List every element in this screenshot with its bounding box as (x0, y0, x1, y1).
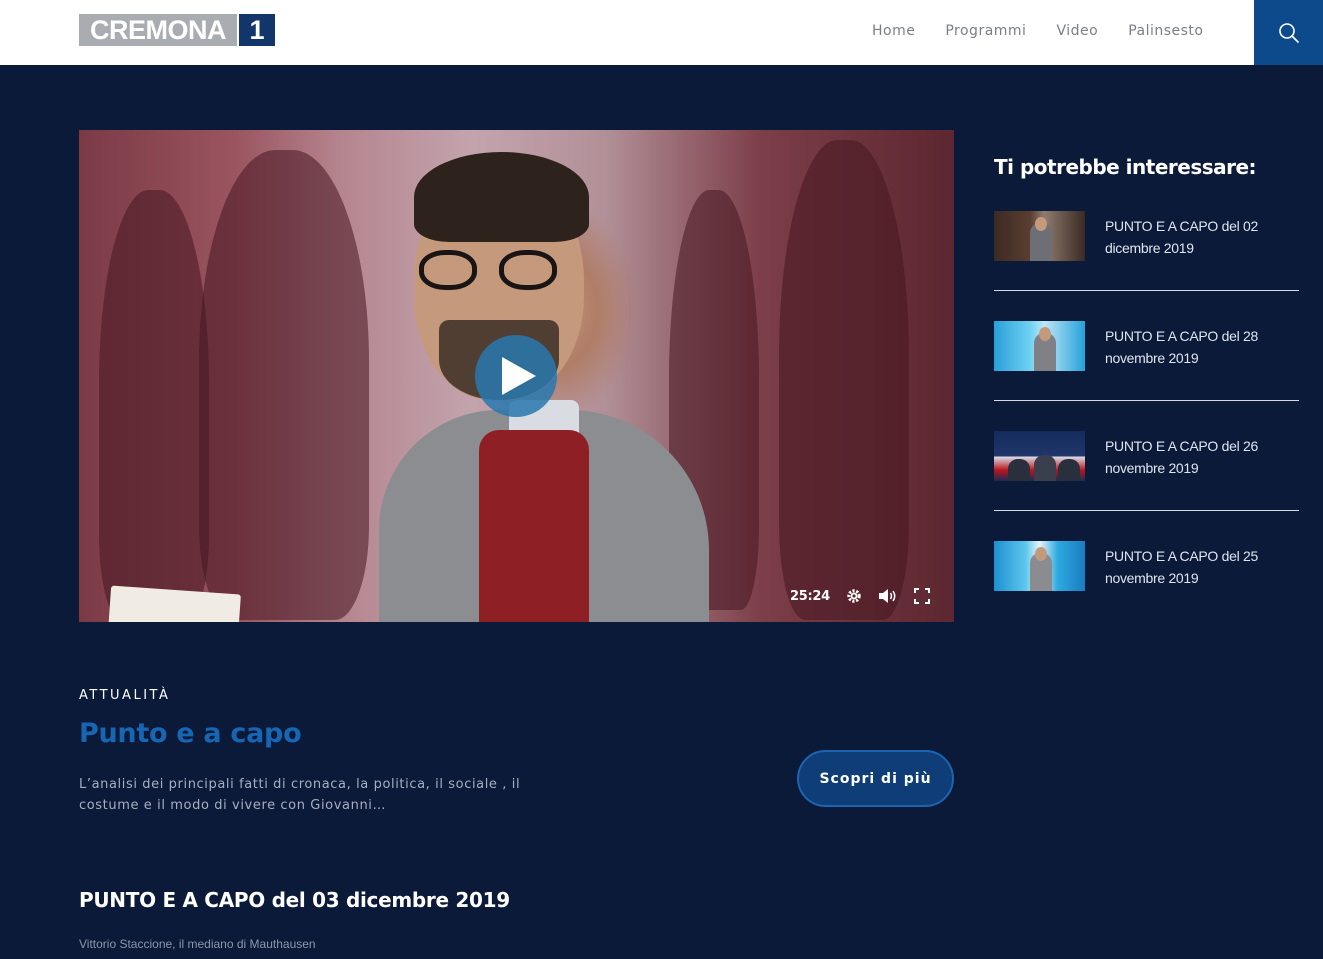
program-category[interactable]: ATTUALITÀ (79, 688, 170, 703)
video-thumbnail (994, 431, 1085, 481)
search-icon (1278, 22, 1299, 43)
player-controls: 25:24 (790, 586, 932, 606)
video-player[interactable]: 25:24 (79, 130, 954, 622)
volume-button[interactable] (878, 586, 898, 606)
site-header: CREMONA 1 Home Programmi Video Palinsest… (0, 0, 1323, 65)
related-video-title: PUNTO E A CAPO del 25 novembre 2019 (1105, 548, 1258, 586)
related-video-item[interactable]: PUNTO E A CAPO del 02 dicembre 2019 (994, 211, 1299, 321)
episode-subtitle: Vittorio Staccione, il mediano di Mautha… (79, 937, 316, 951)
related-video-item[interactable]: PUNTO E A CAPO del 28 novembre 2019 (994, 321, 1299, 431)
divider (994, 400, 1299, 401)
related-video-title: PUNTO E A CAPO del 28 novembre 2019 (1105, 328, 1258, 366)
related-video-title: PUNTO E A CAPO del 26 novembre 2019 (1105, 438, 1258, 476)
episode-title: PUNTO E A CAPO del 03 dicembre 2019 (79, 888, 510, 912)
gear-icon (847, 589, 861, 603)
video-thumbnail (994, 541, 1085, 591)
video-thumbnail (994, 211, 1085, 261)
fullscreen-button[interactable] (912, 586, 932, 606)
fullscreen-icon (913, 588, 930, 604)
program-title[interactable]: Punto e a capo (79, 718, 302, 749)
related-video-item[interactable]: PUNTO E A CAPO del 25 novembre 2019 (994, 541, 1299, 651)
play-icon (502, 357, 536, 395)
nav-video[interactable]: Video (1056, 20, 1098, 42)
related-video-item[interactable]: PUNTO E A CAPO del 26 novembre 2019 (994, 431, 1299, 541)
video-thumbnail (994, 321, 1085, 371)
sidebar-title: Ti potrebbe interessare: (994, 155, 1257, 179)
logo-text: CREMONA (79, 14, 237, 46)
nav-programmi[interactable]: Programmi (945, 20, 1026, 42)
search-button[interactable] (1254, 0, 1323, 65)
video-duration: 25:24 (790, 588, 830, 604)
related-video-title: PUNTO E A CAPO del 02 dicembre 2019 (1105, 218, 1258, 256)
program-description: L’analisi dei principali fatti di cronac… (79, 777, 521, 813)
divider (994, 290, 1299, 291)
main-nav: Home Programmi Video Palinsesto (872, 20, 1234, 42)
play-button[interactable] (475, 335, 557, 417)
cremona1-logo[interactable]: CREMONA 1 (79, 14, 275, 46)
settings-button[interactable] (844, 586, 864, 606)
volume-icon (878, 589, 896, 603)
divider (994, 510, 1299, 511)
discover-more-button[interactable]: Scopri di più (797, 750, 954, 807)
nav-home[interactable]: Home (872, 20, 915, 42)
nav-palinsesto[interactable]: Palinsesto (1128, 20, 1203, 42)
logo-number: 1 (239, 14, 275, 46)
